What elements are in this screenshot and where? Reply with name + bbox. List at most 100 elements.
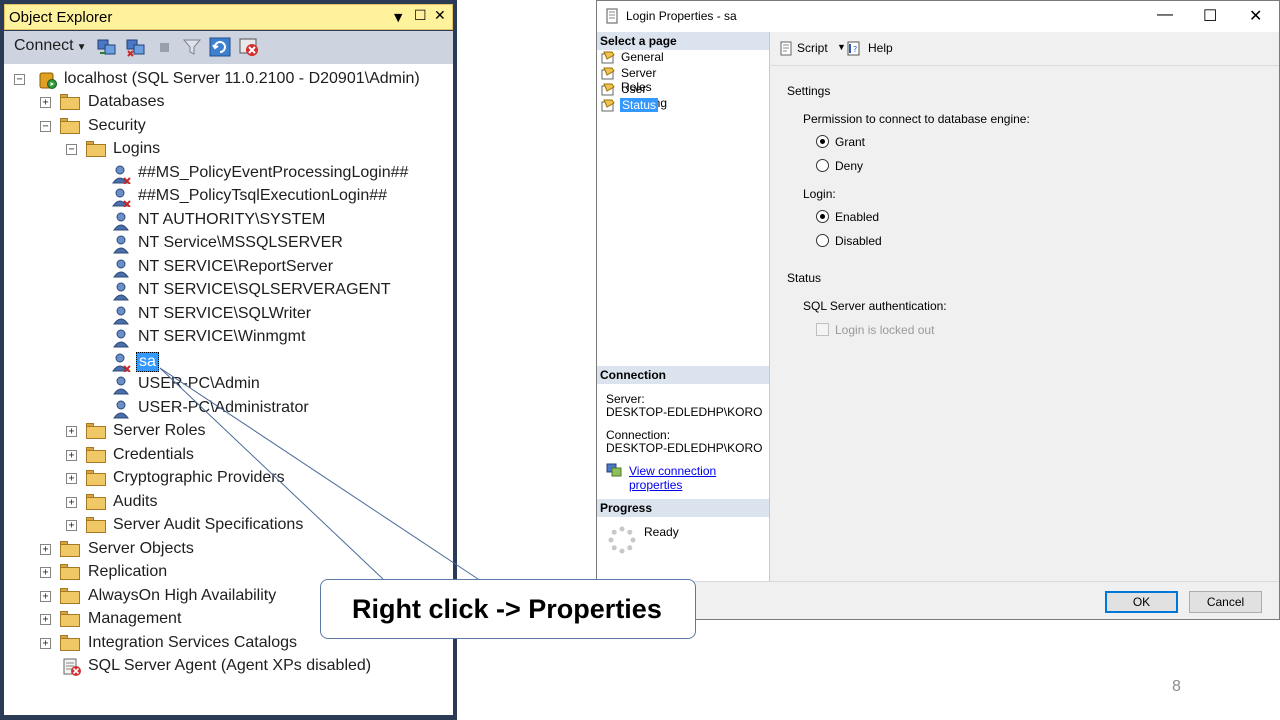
expand-icon[interactable]: + xyxy=(40,567,51,578)
login-label: ##MS_PolicyTsqlExecutionLogin## xyxy=(138,187,388,204)
disabled-login-user-icon xyxy=(112,353,131,372)
collapse-icon[interactable]: − xyxy=(40,121,51,132)
tree-label: Databases xyxy=(88,93,165,110)
connection-header: Connection xyxy=(597,366,769,384)
view-connection-properties-link[interactable]: View connection properties xyxy=(629,464,769,492)
expand-icon[interactable]: + xyxy=(40,544,51,555)
tree-label: Logins xyxy=(113,140,161,157)
tree-label: Management xyxy=(88,610,182,627)
tree-label: Cryptographic Providers xyxy=(113,469,285,486)
status-title: Status xyxy=(787,271,822,285)
refresh-icon[interactable] xyxy=(209,37,231,57)
folder-icon xyxy=(60,541,80,557)
page-selector-pane: Select a page General Server Roles User … xyxy=(597,32,770,581)
disconnect-icon[interactable] xyxy=(125,37,147,57)
folder-icon xyxy=(60,635,80,651)
dropdown-icon[interactable]: ▼ xyxy=(394,11,402,24)
maximize-icon[interactable]: ☐ xyxy=(414,8,427,24)
tree-label: Credentials xyxy=(113,446,194,463)
tree-label: AlwaysOn High Availability xyxy=(88,587,277,604)
stop-icon[interactable] xyxy=(154,37,176,57)
deny-label: Deny xyxy=(835,159,864,173)
filter-icon[interactable] xyxy=(181,37,203,57)
minimize-icon[interactable]: — xyxy=(1157,6,1173,24)
login-properties-dialog: Login Properties - sa — ☐ ✕ Select a pag… xyxy=(596,0,1280,620)
grant-radio[interactable] xyxy=(816,135,829,148)
locked-out-label: Login is locked out xyxy=(835,323,935,337)
enabled-label: Enabled xyxy=(835,210,880,224)
connect-object-explorer-icon[interactable] xyxy=(96,37,118,57)
tree-label: Replication xyxy=(88,563,168,580)
ok-button[interactable]: OK xyxy=(1105,591,1178,613)
deny-radio[interactable] xyxy=(816,159,829,172)
folder-icon xyxy=(86,447,106,463)
expand-icon[interactable]: + xyxy=(40,97,51,108)
maximize-icon[interactable]: ☐ xyxy=(1203,6,1217,26)
connect-button[interactable]: Connect ▼ xyxy=(14,37,87,55)
expand-icon[interactable]: + xyxy=(40,591,51,602)
object-explorer-title: Object Explorer xyxy=(9,9,113,26)
folder-icon xyxy=(86,470,106,486)
expand-icon[interactable]: + xyxy=(40,614,51,625)
locked-out-checkbox[interactable] xyxy=(816,323,829,336)
callout-box: Right click -> Properties xyxy=(320,579,696,639)
settings-title: Settings xyxy=(787,84,831,98)
page-label: Status xyxy=(620,98,659,112)
collapse-icon[interactable]: − xyxy=(14,74,25,85)
tree-label: Server Audit Specifications xyxy=(113,516,304,533)
chevron-down-icon[interactable]: ▼ xyxy=(837,42,846,52)
page-icon xyxy=(601,83,615,96)
page-icon xyxy=(601,51,615,64)
login-user-icon xyxy=(113,306,129,325)
collapse-icon[interactable]: − xyxy=(66,144,77,155)
dialog-title-bar: Login Properties - sa — ☐ ✕ xyxy=(597,1,1279,32)
server-label: Server: xyxy=(606,392,645,406)
enabled-radio[interactable] xyxy=(816,210,829,223)
tree-label: Server Roles xyxy=(113,422,206,439)
login-user-icon xyxy=(113,235,129,254)
expand-icon[interactable]: + xyxy=(66,497,77,508)
login-label: NT SERVICE\SQLWriter xyxy=(138,305,312,322)
folder-icon xyxy=(86,517,106,533)
progress-spinner-icon xyxy=(608,526,636,554)
login-user-icon xyxy=(113,376,129,395)
start-powershell-icon[interactable] xyxy=(238,37,260,57)
disabled-radio[interactable] xyxy=(816,234,829,247)
connection-properties-icon xyxy=(606,463,622,477)
close-icon[interactable]: ✕ xyxy=(1249,6,1262,26)
login-label: ##MS_PolicyEventProcessingLogin## xyxy=(138,164,409,181)
expand-icon[interactable]: + xyxy=(66,473,77,484)
tree-label: Audits xyxy=(113,493,158,510)
permission-label: Permission to connect to database engine… xyxy=(803,112,1030,126)
folder-icon xyxy=(86,423,106,439)
cancel-button[interactable]: Cancel xyxy=(1189,591,1262,613)
progress-status: Ready xyxy=(644,525,679,539)
progress-header: Progress xyxy=(597,499,769,517)
folder-icon xyxy=(86,141,106,157)
login-label: NT SERVICE\SQLSERVERAGENT xyxy=(138,281,391,298)
page-icon xyxy=(601,67,615,80)
folder-icon xyxy=(60,118,80,134)
expand-icon[interactable]: + xyxy=(66,426,77,437)
folder-icon xyxy=(60,564,80,580)
login-user-icon xyxy=(113,282,129,301)
login-label: NT Service\MSSQLSERVER xyxy=(138,234,343,251)
tree-label: Security xyxy=(88,117,146,134)
login-label: sa xyxy=(136,352,159,372)
expand-icon[interactable]: + xyxy=(40,638,51,649)
login-label: NT SERVICE\ReportServer xyxy=(138,258,334,275)
login-label: NT SERVICE\Winmgmt xyxy=(138,328,306,345)
status-page-content: Script ▼ ? Help Settings Permission to c… xyxy=(771,32,1279,581)
disabled-login-user-icon xyxy=(112,165,131,184)
tree-label: Integration Services Catalogs xyxy=(88,634,297,651)
expand-icon[interactable]: + xyxy=(66,450,77,461)
connection-value: DESKTOP-EDLEDHP\KORO xyxy=(606,441,763,455)
grant-label: Grant xyxy=(835,135,866,149)
script-icon xyxy=(780,41,792,56)
folder-icon xyxy=(86,494,106,510)
close-icon[interactable]: ✕ xyxy=(434,8,446,24)
folder-icon xyxy=(60,611,80,627)
slide-number: 8 xyxy=(1172,678,1181,695)
select-page-header: Select a page xyxy=(597,32,769,50)
expand-icon[interactable]: + xyxy=(66,520,77,531)
